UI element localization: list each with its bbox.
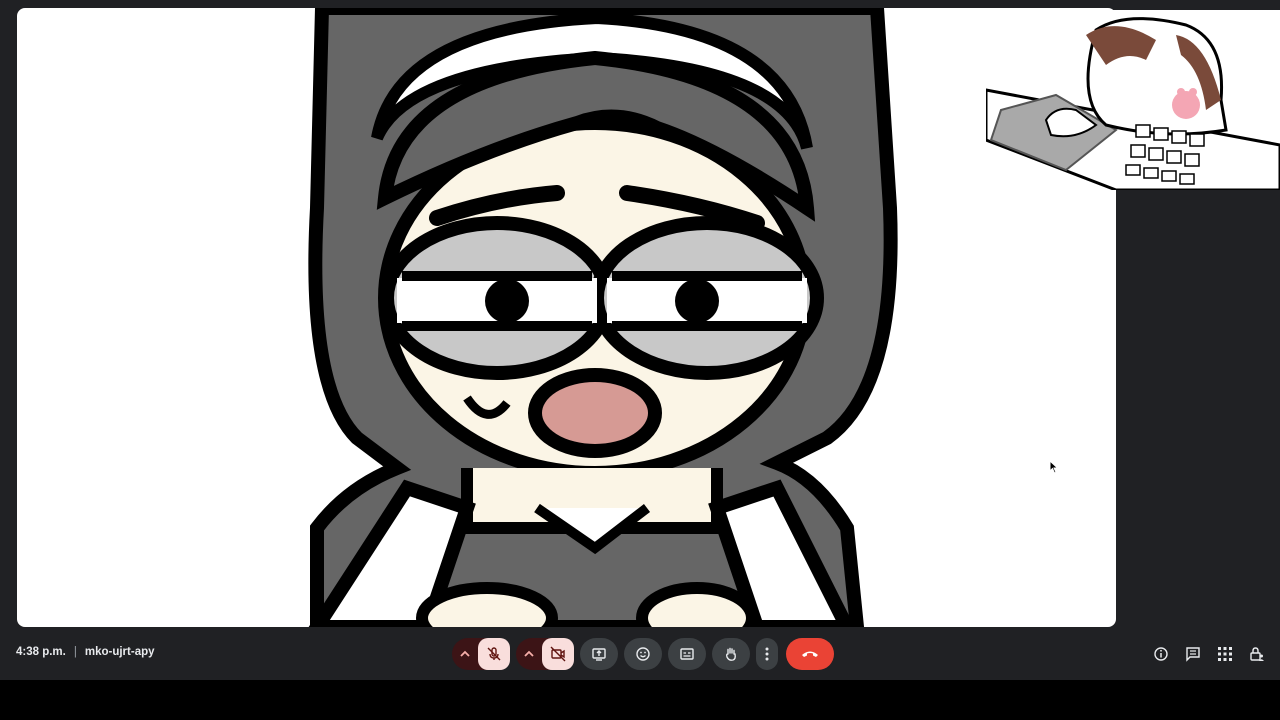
video-options-button[interactable] <box>516 638 542 670</box>
lock-person-icon <box>1250 647 1264 661</box>
captions-button[interactable] <box>668 638 706 670</box>
meeting-code: mko-ujrt-apy <box>84 646 155 658</box>
chevron-up-icon <box>524 650 534 657</box>
meeting-time: 4:38 p.m. <box>16 646 66 658</box>
self-view-video <box>986 17 1280 190</box>
participant-video <box>308 8 898 627</box>
mouse-cursor-icon <box>1049 460 1059 474</box>
audio-options-button[interactable] <box>452 638 478 670</box>
call-controls <box>452 638 834 670</box>
present-button[interactable] <box>580 638 618 670</box>
info-icon <box>1154 647 1168 661</box>
emoji-icon <box>636 647 650 661</box>
meeting-info: 4:38 p.m. | mko-ujrt-apy <box>16 646 155 658</box>
meeting-details-button[interactable] <box>1152 642 1170 666</box>
leave-call-button[interactable] <box>786 638 834 670</box>
reactions-button[interactable] <box>624 638 662 670</box>
chat-button[interactable] <box>1184 642 1202 666</box>
side-controls <box>1152 642 1266 666</box>
main-participant-tile[interactable] <box>17 8 1116 627</box>
camera-group <box>516 638 574 670</box>
raise-hand-button[interactable] <box>712 638 750 670</box>
call-end-icon <box>802 651 818 657</box>
microphone-button[interactable] <box>478 638 510 670</box>
more-options-button[interactable] <box>756 638 778 670</box>
hand-icon <box>725 647 736 661</box>
mic-off-icon <box>487 647 501 661</box>
meeting-toolbar: 4:38 p.m. | mko-ujrt-apy <box>0 634 1280 674</box>
host-controls-button[interactable] <box>1248 642 1266 666</box>
more-vert-icon <box>765 647 769 661</box>
activities-button[interactable] <box>1216 642 1234 666</box>
microphone-group <box>452 638 510 670</box>
self-view-tile[interactable] <box>986 10 1280 190</box>
videocam-off-icon <box>550 646 566 662</box>
meeting-stage <box>0 0 1280 680</box>
camera-button[interactable] <box>542 638 574 670</box>
present-screen-icon <box>592 648 606 661</box>
apps-grid-icon <box>1218 647 1232 661</box>
chat-icon <box>1186 647 1200 662</box>
chevron-up-icon <box>460 650 470 657</box>
meeting-separator: | <box>73 646 77 658</box>
closed-captions-icon <box>680 648 694 660</box>
